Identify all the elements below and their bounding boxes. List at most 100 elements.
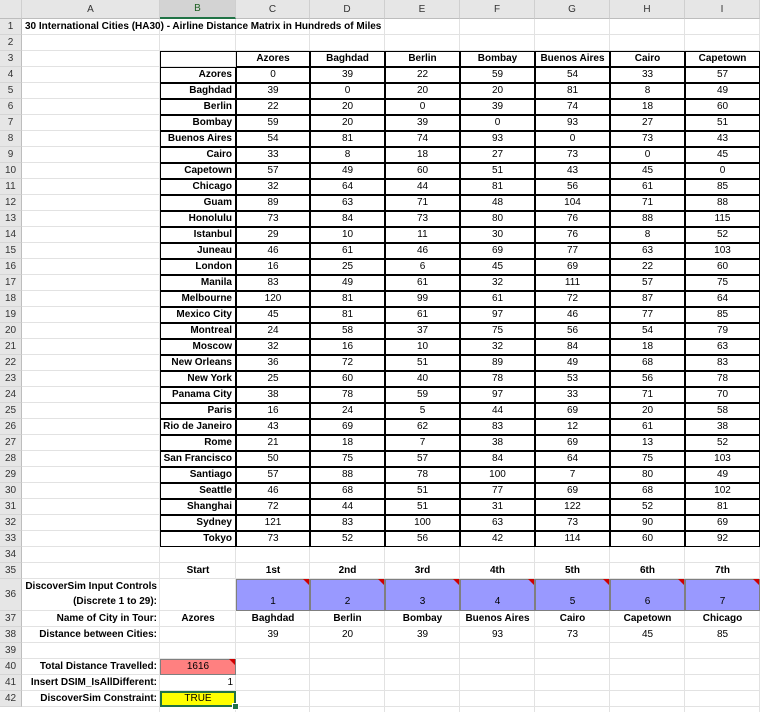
matrix-cell[interactable]: 31 bbox=[460, 499, 535, 515]
matrix-cell[interactable]: 73 bbox=[385, 211, 460, 227]
row-header[interactable]: 34 bbox=[0, 547, 22, 563]
matrix-row-label[interactable]: New Orleans bbox=[160, 355, 236, 371]
matrix-row-label[interactable]: Baghdad bbox=[160, 83, 236, 99]
matrix-cell[interactable]: 63 bbox=[310, 195, 385, 211]
matrix-cell[interactable]: 77 bbox=[460, 483, 535, 499]
matrix-cell[interactable]: 70 bbox=[685, 387, 760, 403]
stop-label[interactable]: 2nd bbox=[310, 563, 385, 579]
matrix-cell[interactable]: 0 bbox=[685, 163, 760, 179]
column-header-f[interactable]: F bbox=[460, 0, 535, 19]
matrix-row-label[interactable]: Santiago bbox=[160, 467, 236, 483]
matrix-cell[interactable]: 80 bbox=[610, 467, 685, 483]
tour-city-cell[interactable]: Capetown bbox=[610, 611, 685, 627]
matrix-cell[interactable]: 33 bbox=[236, 147, 310, 163]
matrix-cell[interactable]: 44 bbox=[310, 499, 385, 515]
column-header-i[interactable]: I bbox=[685, 0, 760, 19]
matrix-cell[interactable]: 49 bbox=[685, 467, 760, 483]
column-header-g[interactable]: G bbox=[535, 0, 610, 19]
matrix-column-header[interactable]: Baghdad bbox=[310, 51, 385, 67]
matrix-cell[interactable]: 77 bbox=[610, 307, 685, 323]
matrix-cell[interactable]: 18 bbox=[310, 435, 385, 451]
matrix-column-header[interactable]: Azores bbox=[236, 51, 310, 67]
matrix-cell[interactable]: 8 bbox=[310, 147, 385, 163]
matrix-cell[interactable]: 53 bbox=[535, 371, 610, 387]
matrix-cell[interactable]: 40 bbox=[385, 371, 460, 387]
matrix-cell[interactable]: 99 bbox=[385, 291, 460, 307]
matrix-row-label[interactable]: Honolulu bbox=[160, 211, 236, 227]
matrix-row-label[interactable]: Azores bbox=[160, 67, 236, 83]
matrix-cell[interactable]: 71 bbox=[385, 195, 460, 211]
row-header[interactable]: 25 bbox=[0, 403, 22, 419]
stop-label[interactable]: 4th bbox=[460, 563, 535, 579]
matrix-cell[interactable]: 115 bbox=[685, 211, 760, 227]
matrix-cell[interactable]: 69 bbox=[535, 483, 610, 499]
matrix-cell[interactable]: 57 bbox=[685, 67, 760, 83]
matrix-cell[interactable]: 52 bbox=[310, 531, 385, 547]
matrix-cell[interactable]: 45 bbox=[236, 307, 310, 323]
distance-between-label[interactable]: Distance between Cities: bbox=[22, 627, 160, 643]
matrix-cell[interactable]: 36 bbox=[236, 355, 310, 371]
matrix-cell[interactable]: 97 bbox=[460, 387, 535, 403]
matrix-cell[interactable]: 72 bbox=[535, 291, 610, 307]
matrix-cell[interactable]: 45 bbox=[610, 163, 685, 179]
matrix-cell[interactable]: 100 bbox=[385, 515, 460, 531]
matrix-cell[interactable]: 49 bbox=[535, 355, 610, 371]
matrix-cell[interactable]: 43 bbox=[685, 131, 760, 147]
matrix-cell[interactable]: 72 bbox=[236, 499, 310, 515]
matrix-cell[interactable]: 122 bbox=[535, 499, 610, 515]
row-header[interactable]: 9 bbox=[0, 147, 22, 163]
column-header-a[interactable]: A bbox=[22, 0, 160, 19]
row-header[interactable]: 31 bbox=[0, 499, 22, 515]
matrix-row-label[interactable]: Seattle bbox=[160, 483, 236, 499]
matrix-cell[interactable]: 59 bbox=[385, 387, 460, 403]
matrix-cell[interactable]: 60 bbox=[610, 531, 685, 547]
matrix-cell[interactable]: 51 bbox=[460, 163, 535, 179]
row-header[interactable]: 13 bbox=[0, 211, 22, 227]
matrix-row-label[interactable]: Paris bbox=[160, 403, 236, 419]
matrix-cell[interactable]: 57 bbox=[236, 163, 310, 179]
matrix-cell[interactable]: 12 bbox=[535, 419, 610, 435]
matrix-cell[interactable]: 56 bbox=[385, 531, 460, 547]
tour-city-cell[interactable]: Baghdad bbox=[236, 611, 310, 627]
discoversim-input-cell[interactable]: 3 bbox=[385, 579, 460, 611]
matrix-cell[interactable]: 46 bbox=[236, 483, 310, 499]
matrix-cell[interactable]: 63 bbox=[610, 243, 685, 259]
matrix-cell[interactable]: 81 bbox=[310, 291, 385, 307]
matrix-cell[interactable]: 89 bbox=[460, 355, 535, 371]
matrix-cell[interactable]: 78 bbox=[685, 371, 760, 387]
matrix-cell[interactable]: 44 bbox=[460, 403, 535, 419]
start-city-cell[interactable]: Azores bbox=[160, 611, 236, 627]
row-header[interactable]: 24 bbox=[0, 387, 22, 403]
matrix-cell[interactable]: 21 bbox=[236, 435, 310, 451]
matrix-cell[interactable]: 75 bbox=[685, 275, 760, 291]
matrix-cell[interactable]: 30 bbox=[460, 227, 535, 243]
matrix-cell[interactable]: 61 bbox=[610, 419, 685, 435]
matrix-cell[interactable]: 68 bbox=[610, 355, 685, 371]
matrix-cell[interactable]: 22 bbox=[385, 67, 460, 83]
matrix-cell[interactable]: 0 bbox=[385, 99, 460, 115]
matrix-cell[interactable]: 59 bbox=[460, 67, 535, 83]
matrix-cell[interactable]: 60 bbox=[385, 163, 460, 179]
matrix-cell[interactable]: 51 bbox=[385, 483, 460, 499]
matrix-row-label[interactable]: Istanbul bbox=[160, 227, 236, 243]
matrix-cell[interactable]: 103 bbox=[685, 243, 760, 259]
matrix-cell[interactable]: 38 bbox=[685, 419, 760, 435]
row-header[interactable]: 38 bbox=[0, 627, 22, 643]
matrix-cell[interactable]: 8 bbox=[610, 83, 685, 99]
matrix-cell[interactable]: 0 bbox=[236, 67, 310, 83]
row-header[interactable]: 36 bbox=[0, 579, 22, 611]
matrix-row-label[interactable]: Chicago bbox=[160, 179, 236, 195]
matrix-cell[interactable]: 61 bbox=[385, 275, 460, 291]
row-header[interactable]: 5 bbox=[0, 83, 22, 99]
matrix-cell[interactable]: 61 bbox=[610, 179, 685, 195]
matrix-cell[interactable]: 16 bbox=[236, 259, 310, 275]
row-header[interactable]: 19 bbox=[0, 307, 22, 323]
discoversim-input-cell[interactable]: 1 bbox=[236, 579, 310, 611]
matrix-cell[interactable]: 76 bbox=[535, 211, 610, 227]
matrix-cell[interactable]: 18 bbox=[610, 339, 685, 355]
tour-city-cell[interactable]: Berlin bbox=[310, 611, 385, 627]
row-header[interactable]: 6 bbox=[0, 99, 22, 115]
matrix-cell[interactable]: 5 bbox=[385, 403, 460, 419]
matrix-cell[interactable]: 69 bbox=[685, 515, 760, 531]
matrix-cell[interactable]: 81 bbox=[310, 131, 385, 147]
